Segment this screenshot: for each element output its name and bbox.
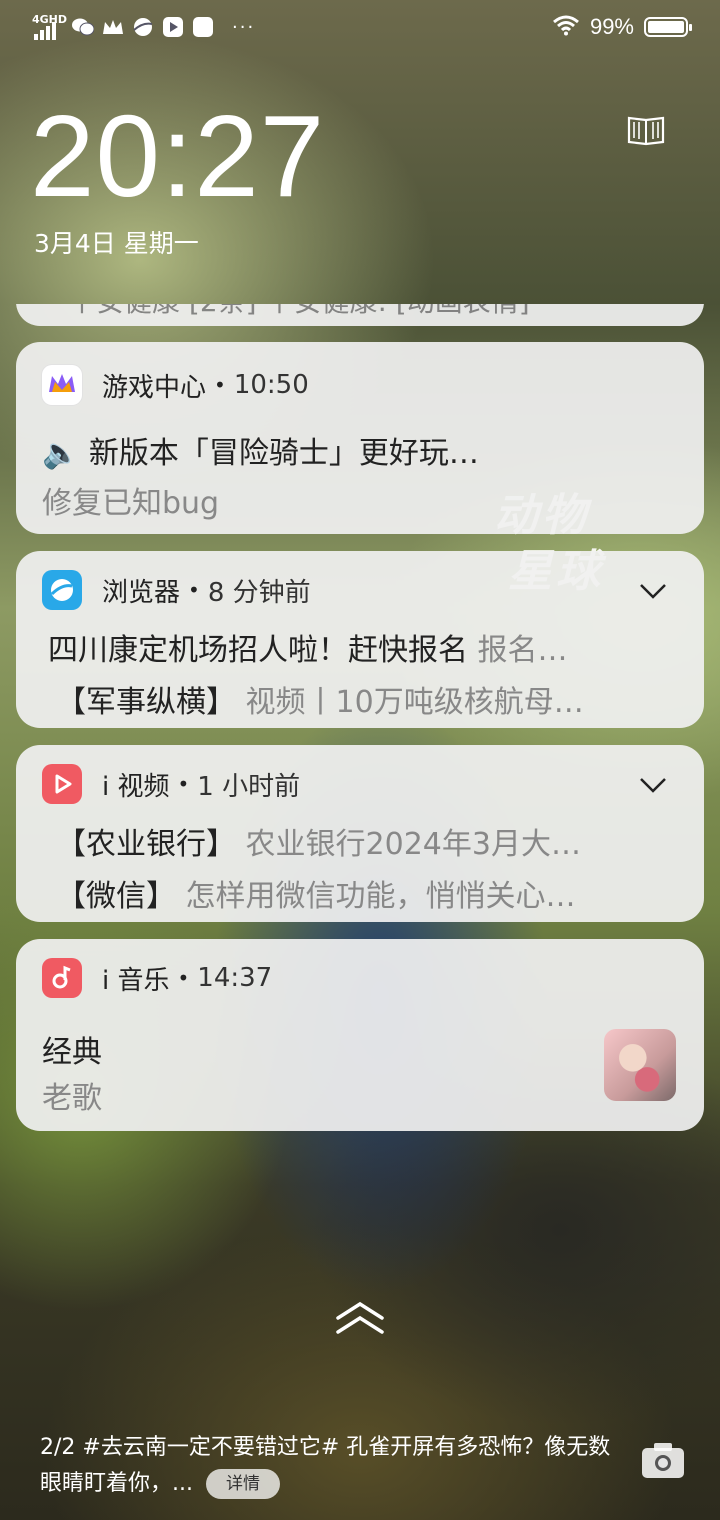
notification-card-ivideo[interactable]: i 视频 • 1 小时前 【农业银行】 农业银行2024年3月大… 【微信】 怎… xyxy=(16,745,704,922)
line-title: 【微信】 xyxy=(56,879,176,914)
notification-time: 10:50 xyxy=(233,370,309,400)
battery-percent: 99% xyxy=(589,14,634,39)
notification-line-1: 四川康定机场招人啦！赶快报名 报名… xyxy=(48,625,678,669)
album-art-thumbnail[interactable] xyxy=(604,1029,676,1101)
network-signal-icon: 4GHD xyxy=(32,14,67,40)
wifi-icon xyxy=(552,14,580,40)
notification-card-game-center[interactable]: 游戏中心 • 10:50 🔈 新版本「冒险骑士」更好玩… 修复已知bug xyxy=(16,342,704,534)
notification-time: 1 小时前 xyxy=(197,771,301,802)
notification-header: 游戏中心 • 10:50 xyxy=(42,364,309,406)
separator-dot: • xyxy=(177,966,190,990)
chevron-down-icon[interactable] xyxy=(638,775,668,795)
chevron-down-icon[interactable] xyxy=(638,581,668,601)
notification-card-imusic[interactable]: i 音乐 • 14:37 经典 老歌 xyxy=(16,939,704,1131)
notification-line-1: 【农业银行】 农业银行2024年3月大… xyxy=(56,819,678,863)
notification-header: 浏览器 • 8 分钟前 xyxy=(42,569,311,611)
wechat-icon xyxy=(72,16,94,38)
notification-body: 修复已知bug xyxy=(42,486,220,521)
notification-time: 14:37 xyxy=(197,963,273,993)
line-title: 四川康定机场招人啦！赶快报名 xyxy=(48,633,468,668)
line-extra: 报名… xyxy=(477,633,568,668)
music-app-icon xyxy=(42,958,82,998)
notification-title-text: 新版本「冒险骑士」更好玩… xyxy=(88,436,479,471)
line-extra: 视频丨10万吨级核航母… xyxy=(245,685,584,720)
browser-app-icon xyxy=(42,570,82,610)
status-bar-left: 4GHD ··· xyxy=(32,14,255,40)
separator-dot: • xyxy=(177,772,190,796)
crown-icon xyxy=(102,16,124,38)
battery-icon xyxy=(644,17,692,37)
app-name: 浏览器 xyxy=(102,577,181,608)
separator-dot: • xyxy=(214,373,226,397)
line-extra: 农业银行2024年3月大… xyxy=(245,827,581,862)
status-bar-right: 99% xyxy=(552,14,692,40)
swipe-up-icon[interactable] xyxy=(334,1298,386,1338)
line-title: 【农业银行】 xyxy=(56,827,236,862)
notification-line-2: 【军事纵横】 视频丨10万吨级核航母… xyxy=(56,677,678,721)
more-notifications-indicator: ··· xyxy=(232,16,256,38)
lock-date: 3月4日 星期一 xyxy=(34,229,199,258)
song-subtitle: 老歌 xyxy=(42,1081,102,1116)
camera-icon[interactable] xyxy=(640,1440,686,1480)
lock-clock: 20:27 xyxy=(30,91,326,221)
status-bar: 4GHD ··· 99% xyxy=(0,0,720,56)
partial-notification-text: 个安健康 [2条] 个安健康: [动画表情] xyxy=(68,304,530,320)
detail-button[interactable]: 详情 xyxy=(205,1469,280,1499)
line-extra: 怎样用微信功能，悄悄关心… xyxy=(185,879,576,914)
square-app-icon xyxy=(192,16,214,38)
caption-text: 2/2 #去云南一定不要错过它# 孔雀开屏有多恐怖？像无数眼睛盯着你，... xyxy=(40,1435,611,1496)
notification-title: 🔈 新版本「冒险骑士」更好玩… xyxy=(42,428,678,472)
song-title: 经典 xyxy=(42,1035,102,1070)
line-title: 【军事纵横】 xyxy=(56,685,236,720)
notification-header: i 视频 • 1 小时前 xyxy=(42,763,300,805)
speaker-icon: 🔈 xyxy=(42,436,80,471)
notification-list[interactable]: 个安健康 [2条] 个安健康: [动画表情] 游戏中心 • 10:50 🔈 新版… xyxy=(0,304,720,1144)
video-app-icon xyxy=(162,16,184,38)
notification-time: 8 分钟前 xyxy=(207,577,311,608)
app-name: 游戏中心 xyxy=(102,372,207,403)
notification-line-2: 【微信】 怎样用微信功能，悄悄关心… xyxy=(56,871,678,915)
app-name: i 视频 xyxy=(102,771,170,802)
game-center-icon xyxy=(42,365,82,405)
book-icon[interactable] xyxy=(626,112,666,148)
planet-icon xyxy=(132,16,154,38)
wallpaper-caption[interactable]: 2/2 #去云南一定不要错过它# 孔雀开屏有多恐怖？像无数眼睛盯着你，... 详… xyxy=(40,1430,620,1502)
app-name: i 音乐 xyxy=(102,965,170,996)
notification-card-partial[interactable]: 个安健康 [2条] 个安健康: [动画表情] xyxy=(16,304,704,326)
notification-header: i 音乐 • 14:37 xyxy=(42,957,272,999)
notification-card-browser[interactable]: 浏览器 • 8 分钟前 四川康定机场招人啦！赶快报名 报名… 【军事纵横】 视频… xyxy=(16,551,704,728)
video-app-icon xyxy=(42,764,82,804)
separator-dot: • xyxy=(188,578,200,602)
